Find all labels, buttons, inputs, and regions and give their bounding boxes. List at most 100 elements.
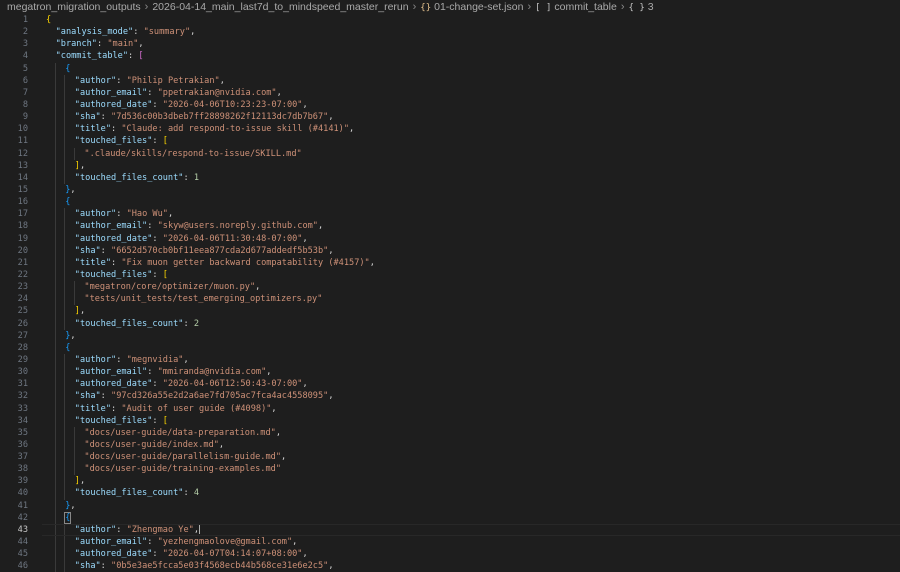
- code-line[interactable]: 22 "touched_files": [: [0, 268, 900, 282]
- code-token: ,: [281, 452, 287, 463]
- code-line[interactable]: 31 "authored_date": "2026-04-06T12:50:43-…: [0, 378, 900, 391]
- code-line[interactable]: 6 "author": "Philip Petrakian",: [0, 74, 900, 87]
- code-line[interactable]: 32 "sha": "97cd326a55e2d2a6ae7fd705ac7fca…: [0, 390, 900, 403]
- code-line[interactable]: 10 "title": "Claude: add respond-to-issue…: [0, 123, 900, 136]
- code-line[interactable]: 12 ".claude/skills/respond-to-issue/SKILL…: [0, 147, 900, 160]
- line-number: 42: [17, 512, 28, 523]
- code-line[interactable]: 44 "author_email": "yezhengmaolove@gmail.…: [0, 536, 900, 549]
- indent-guide: [54, 438, 56, 452]
- code-line[interactable]: 35 "docs/user-guide/data-preparation.md",: [0, 426, 900, 439]
- code-token: {: [65, 197, 71, 208]
- indent-guide: [54, 183, 56, 197]
- breadcrumb-item[interactable]: {} 01-change-set.json: [420, 1, 523, 13]
- breadcrumb-item[interactable]: 2026-04-14_main_last7d_to_mindspeed_mast…: [152, 1, 408, 13]
- code-token: :: [147, 537, 158, 548]
- code-line[interactable]: 15},: [0, 183, 900, 197]
- code-token: ,: [302, 549, 308, 560]
- code-token: "Audit of user guide (#4098)": [121, 403, 272, 414]
- code-line[interactable]: 11 "touched_files": [: [0, 135, 900, 148]
- indent-guide: [54, 463, 56, 476]
- line-number: 8: [22, 99, 28, 110]
- code-token: "0b5e3ae5fcca5e03f4568ecb44b568ce31e6e2c…: [111, 561, 329, 572]
- indent-guide: [64, 438, 66, 452]
- code-content: "touched_files_count": 2: [75, 318, 199, 330]
- code-line[interactable]: 14 "touched_files_count": 1: [0, 171, 900, 184]
- code-line[interactable]: 41},: [0, 499, 900, 512]
- code-token: "authored_date": [74, 99, 153, 110]
- code-line[interactable]: 21 "title": "Fix muon getter backward com…: [0, 256, 900, 269]
- line-number: 34: [17, 415, 28, 426]
- indent-guide: [54, 98, 56, 112]
- code-token: [: [138, 51, 144, 62]
- code-line[interactable]: 13],: [0, 159, 900, 172]
- line-number: 41: [17, 500, 28, 511]
- code-token: "sha": [74, 391, 101, 402]
- code-token: "touched_files": [74, 415, 153, 426]
- code-line[interactable]: 45 "authored_date": "2026-04-07T04:14:07+…: [0, 548, 900, 561]
- code-line[interactable]: 9 "sha": "7d536c00b3dbeb7ff28898262f12113…: [0, 111, 900, 124]
- code-line[interactable]: 33 "title": "Audit of user guide (#4098)"…: [0, 402, 900, 415]
- code-line[interactable]: 28 {: [0, 341, 900, 354]
- code-line[interactable]: 2 "analysis_mode": "summary",: [0, 26, 900, 38]
- indent-guide: [64, 523, 66, 537]
- code-line[interactable]: 30 "author_email": "mmiranda@nvidia.com",: [0, 366, 900, 379]
- breadcrumb-item[interactable]: [ ] commit_table: [535, 1, 617, 13]
- code-line[interactable]: 8 "authored_date": "2026-04-06T10:23:23-0…: [0, 98, 900, 112]
- code-line[interactable]: 1{: [0, 14, 900, 26]
- code-line[interactable]: 34 "touched_files": [: [0, 414, 900, 427]
- code-line[interactable]: 3 "branch": "main",: [0, 38, 900, 50]
- indent-guide: [54, 305, 56, 318]
- code-editor[interactable]: 1{2 "analysis_mode": "summary", 3 "branch":…: [0, 14, 900, 572]
- code-token: :: [100, 245, 112, 256]
- chevron-right-icon: ›: [527, 1, 532, 13]
- code-token: "megatron/core/optimizer/muon.py": [84, 282, 256, 293]
- code-line[interactable]: 17 "author": "Hao Wu",: [0, 208, 900, 221]
- indent-guide: [54, 475, 56, 488]
- code-line[interactable]: 19 "authored_date": "2026-04-06T11:30:48-…: [0, 232, 900, 245]
- code-token: ,: [271, 403, 277, 414]
- code-token: :: [128, 51, 139, 62]
- code-line[interactable]: 38 "docs/user-guide/training-examples.md": [0, 463, 900, 476]
- code-line[interactable]: 4 "commit_table": [: [0, 50, 900, 62]
- indent-guide: [64, 378, 66, 391]
- indent-guide: [64, 426, 66, 439]
- code-line[interactable]: 40 "touched_files_count": 4: [0, 487, 900, 500]
- code-line[interactable]: 7 "author_email": "ppetrakian@nvidia.com"…: [0, 86, 900, 99]
- code-token: 4: [193, 488, 199, 499]
- code-token: :: [116, 354, 127, 365]
- code-line[interactable]: 46 "sha": "0b5e3ae5fcca5e03f4568ecb44b568…: [0, 560, 900, 572]
- code-line[interactable]: 25],: [0, 305, 900, 318]
- breadcrumb-item[interactable]: { } 3: [629, 1, 654, 13]
- code-token: ,: [276, 87, 282, 98]
- code-line[interactable]: 29 "author": "megnvidia",: [0, 353, 900, 367]
- code-line[interactable]: 42 {: [0, 511, 900, 524]
- code-line[interactable]: 5{: [0, 62, 900, 75]
- code-line[interactable]: 43 "author": "Zhengmao Ye",: [0, 523, 900, 537]
- code-line[interactable]: 24 "tests/unit_tests/test_emerging_optimi…: [0, 293, 900, 306]
- code-content: "analysis_mode": "summary",: [56, 26, 196, 38]
- code-token: "skyw@users.noreply.github.com": [157, 221, 318, 232]
- code-token: "author": [74, 75, 117, 86]
- code-token: :: [116, 209, 127, 220]
- code-content: "title": "Claude: add respond-to-issue s…: [75, 123, 354, 135]
- code-line[interactable]: 26 "touched_files_count": 2: [0, 317, 900, 330]
- indent-guide: [64, 123, 66, 136]
- code-token: ,: [317, 221, 324, 232]
- code-line[interactable]: 23 "megatron/core/optimizer/muon.py",: [0, 281, 900, 294]
- code-content: "touched_files": [: [75, 269, 168, 281]
- code-line[interactable]: 20 "sha": "6652d570cb0bf11eea877cda2d677a…: [0, 244, 900, 257]
- code-content: "docs/user-guide/training-examples.md": [84, 463, 281, 475]
- code-line[interactable]: 36 "docs/user-guide/index.md",: [0, 438, 900, 452]
- code-token: 2: [193, 318, 199, 329]
- code-content: "branch": "main",: [56, 38, 144, 50]
- code-line[interactable]: 16 {: [0, 196, 900, 209]
- code-content: "sha": "6652d570cb0bf11eea877cda2d677add…: [75, 245, 334, 257]
- code-line[interactable]: 39],: [0, 475, 900, 488]
- code-line[interactable]: 27},: [0, 329, 900, 342]
- indent-guide: [64, 463, 66, 476]
- code-token: :: [183, 318, 194, 329]
- breadcrumb-item[interactable]: megatron_migration_outputs: [7, 1, 141, 13]
- code-line[interactable]: 18 "author_email": "skyw@users.noreply.gi…: [0, 220, 900, 233]
- code-line[interactable]: 37 "docs/user-guide/parallelism-guide.md"…: [0, 451, 900, 464]
- code-token: "branch": [55, 39, 97, 50]
